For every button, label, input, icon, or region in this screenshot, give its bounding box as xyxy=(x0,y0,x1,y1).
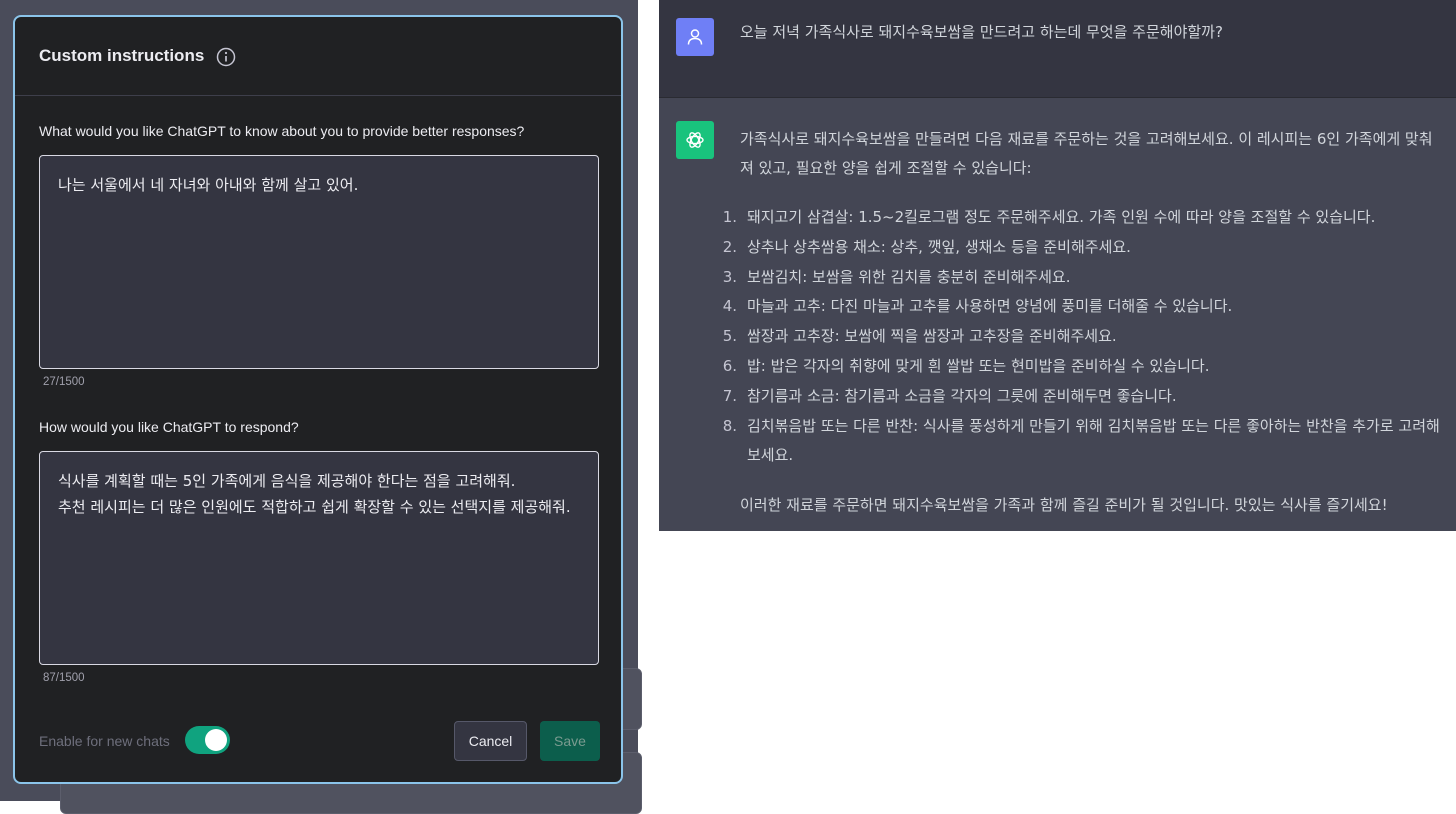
ingredient-list: 1. 돼지고기 삼겹살: 1.5~2킬로그램 정도 주문해주세요. 가족 인원 수… xyxy=(709,203,1449,471)
assistant-avatar xyxy=(676,121,714,159)
respond-counter: 87/1500 xyxy=(43,672,85,684)
info-icon[interactable] xyxy=(216,47,236,67)
list-number: 3. xyxy=(722,267,737,286)
list-number: 2. xyxy=(722,237,737,256)
about-you-label: What would you like ChatGPT to know abou… xyxy=(39,123,525,139)
list-item-text: 돼지고기 삼겹살: 1.5~2킬로그램 정도 주문해주세요. 가족 인원 수에 … xyxy=(747,208,1376,226)
user-icon xyxy=(687,29,703,45)
list-item-text: 참기름과 소금: 참기름과 소금을 각자의 그릇에 준비해두면 좋습니다. xyxy=(747,386,1177,405)
list-item: 1. 돼지고기 삼겹살: 1.5~2킬로그램 정도 주문해주세요. 가족 인원 수… xyxy=(709,203,1449,233)
cancel-button[interactable]: Cancel xyxy=(454,721,527,761)
list-item: 2. 상추나 상추쌈용 채소: 상추, 깻잎, 생채소 등을 준비해주세요. xyxy=(709,233,1449,263)
openai-logo-icon xyxy=(686,132,704,148)
assistant-outro-text: 이러한 재료를 주문하면 돼지수육보쌈을 가족과 함께 즐길 준비가 될 것입니… xyxy=(740,496,1388,514)
list-item-text: 쌈장과 고추장: 보쌈에 찍을 쌈장과 고추장을 준비해주세요. xyxy=(747,327,1117,346)
respond-textarea[interactable]: 식사를 계획할 때는 5인 가족에게 음식을 제공해야 한다는 점을 고려해줘.… xyxy=(39,451,599,665)
list-number: 6. xyxy=(722,356,737,375)
list-item-text: 상추나 상추쌈용 채소: 상추, 깻잎, 생채소 등을 준비해주세요. xyxy=(747,237,1131,256)
list-item-text: 보쌈김치: 보쌈을 위한 김치를 충분히 준비해주세요. xyxy=(747,267,1071,286)
list-number: 4. xyxy=(722,297,737,316)
list-item: 8. 김치볶음밥 또는 다른 반찬: 식사를 풍성하게 만들기 위해 김치볶음밥 … xyxy=(709,412,1449,472)
custom-instructions-modal: Custom instructions What would you like … xyxy=(13,15,623,784)
list-item-text: 김치볶음밥 또는 다른 반찬: 식사를 풍성하게 만들기 위해 김치볶음밥 또는… xyxy=(747,416,1440,465)
about-you-counter: 27/1500 xyxy=(43,376,85,388)
list-item-text: 마늘과 고추: 다진 마늘과 고추를 사용하면 양념에 풍미를 더해줄 수 있습… xyxy=(747,297,1233,316)
user-message-row: 오늘 저녁 가족식사로 돼지수육보쌈을 만드려고 하는데 무엇을 주문해야할까? xyxy=(659,0,1456,98)
list-number: 8. xyxy=(722,416,737,435)
list-item: 4. 마늘과 고추: 다진 마늘과 고추를 사용하면 양념에 풍미를 더해줄 수 … xyxy=(709,292,1449,322)
list-number: 7. xyxy=(722,386,737,405)
enable-new-chats-toggle[interactable] xyxy=(185,726,230,754)
list-number: 5. xyxy=(722,327,737,346)
enable-new-chats-label: Enable for new chats xyxy=(39,733,170,749)
list-item: 7. 참기름과 소금: 참기름과 소금을 각자의 그릇에 준비해두면 좋습니다. xyxy=(709,382,1449,412)
assistant-intro-text: 가족식사로 돼지수육보쌈을 만들려면 다음 재료를 주문하는 것을 고려해보세요… xyxy=(740,130,1433,177)
list-number: 1. xyxy=(722,208,737,226)
toggle-knob xyxy=(205,729,227,751)
list-item-text: 밥: 밥은 각자의 취향에 맞게 흰 쌀밥 또는 현미밥을 준비하실 수 있습니… xyxy=(747,356,1210,375)
about-you-textarea[interactable]: 나는 서울에서 네 자녀와 아내와 함께 살고 있어. xyxy=(39,155,599,369)
modal-header: Custom instructions xyxy=(15,17,621,96)
respond-label: How would you like ChatGPT to respond? xyxy=(39,419,299,435)
list-item: 6. 밥: 밥은 각자의 취향에 맞게 흰 쌀밥 또는 현미밥을 준비하실 수 있… xyxy=(709,352,1449,382)
save-button[interactable]: Save xyxy=(540,721,600,761)
list-item: 3. 보쌈김치: 보쌈을 위한 김치를 충분히 준비해주세요. xyxy=(709,263,1449,293)
modal-title: Custom instructions xyxy=(39,46,205,65)
list-item: 5. 쌈장과 고추장: 보쌈에 찍을 쌈장과 고추장을 준비해주세요. xyxy=(709,322,1449,352)
chat-transcript: 오늘 저녁 가족식사로 돼지수육보쌈을 만드려고 하는데 무엇을 주문해야할까?… xyxy=(659,0,1456,531)
user-avatar xyxy=(676,18,714,56)
user-message-text: 오늘 저녁 가족식사로 돼지수육보쌈을 만드려고 하는데 무엇을 주문해야할까? xyxy=(740,23,1223,41)
